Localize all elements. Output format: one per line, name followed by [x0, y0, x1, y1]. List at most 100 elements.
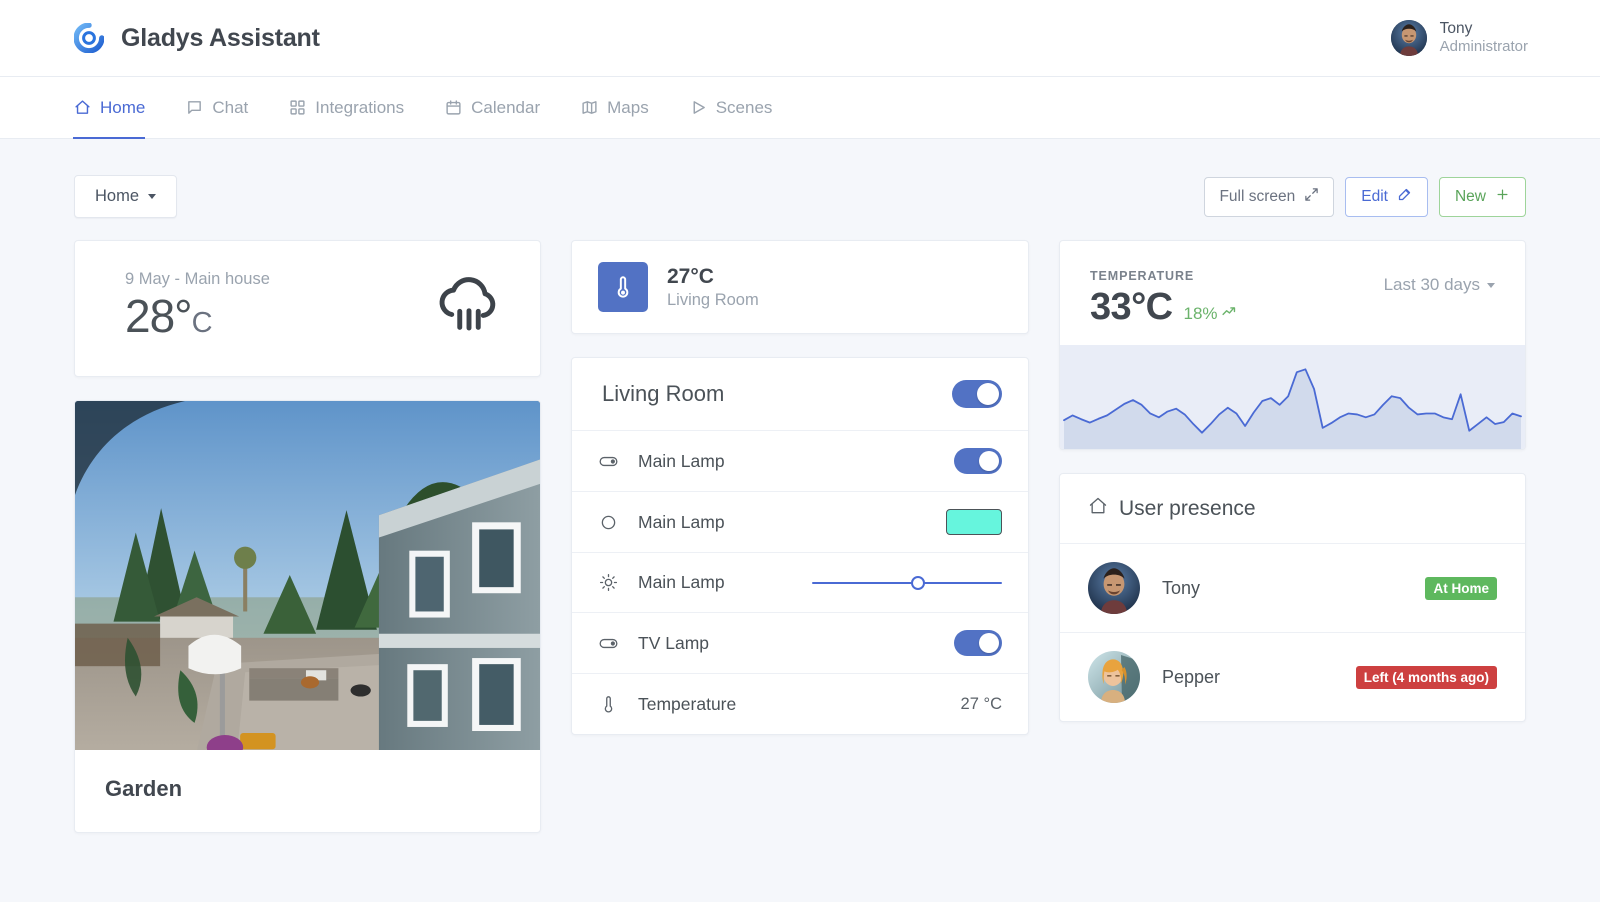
new-label: New: [1454, 187, 1486, 205]
fullscreen-label: Full screen: [1219, 187, 1296, 205]
device-row: Main Lamp: [572, 553, 1028, 613]
avatar: [1088, 562, 1140, 614]
camera-name: Garden: [105, 776, 183, 801]
weather-unit: C: [191, 307, 213, 340]
toolbar-actions: Full screen Edit New: [1204, 176, 1526, 217]
user-menu[interactable]: Tony Administrator: [1390, 19, 1528, 57]
chevron-down-icon: [1487, 282, 1495, 288]
avatar: [1390, 20, 1427, 56]
presence-user-name: Pepper: [1162, 666, 1221, 687]
presence-title: User presence: [1119, 496, 1256, 520]
nav-item-home[interactable]: Home: [72, 77, 166, 139]
home-icon: [74, 99, 91, 116]
sensor-value: 27°C: [667, 265, 714, 289]
device-label: Main Lamp: [638, 572, 725, 592]
devices-card: Living Room Main Lamp Main Lamp Main Lam…: [571, 357, 1029, 735]
dashboard-grid: 9 May - Main house 28°C Garden 27°C Livi…: [0, 218, 1600, 833]
temperature-sparkline: [1060, 345, 1525, 449]
calendar-icon: [445, 99, 462, 116]
toggle-switch-icon: [598, 451, 638, 472]
column-right: TEMPERATURE 33°C 18% Last 30 days User p…: [1059, 240, 1526, 722]
nav-item-calendar[interactable]: Calendar: [445, 77, 561, 138]
circle-color-icon: [598, 512, 638, 533]
device-row: Temperature 27 °C: [572, 674, 1028, 734]
device-row: TV Lamp: [572, 613, 1028, 674]
chart-range-label: Last 30 days: [1383, 275, 1480, 294]
dashboard-toolbar: Home Full screen Edit New: [0, 139, 1600, 218]
column-middle: 27°C Living Room Living Room Main Lamp M…: [571, 240, 1029, 735]
presence-row[interactable]: Pepper Left (4 months ago): [1060, 633, 1525, 721]
camera-card[interactable]: Garden: [74, 400, 541, 833]
device-label: Main Lamp: [638, 450, 725, 471]
room-title: Living Room: [602, 381, 725, 406]
chat-bubble-icon: [186, 99, 203, 116]
user-presence-card: User presence Tony At Home Pepper Left (…: [1059, 473, 1526, 722]
presence-user-name: Tony: [1162, 577, 1201, 598]
nav-item-label: Chat: [212, 97, 249, 117]
dashboard-selector-label: Home: [95, 187, 140, 205]
trending-up-icon: [1221, 303, 1238, 325]
rain-cloud-icon: [432, 267, 506, 346]
dashboard-selector[interactable]: Home: [74, 175, 178, 218]
edit-pencil-icon: [1397, 187, 1412, 207]
chart-delta-value: 18%: [1183, 304, 1218, 323]
nav-item-label: Scenes: [715, 97, 773, 117]
thermometer-icon: [598, 694, 638, 715]
device-label: TV Lamp: [638, 632, 709, 653]
map-icon: [581, 99, 598, 116]
expand-arrows-icon: [1304, 187, 1319, 207]
device-toggle[interactable]: [954, 448, 1002, 474]
device-toggle[interactable]: [954, 630, 1002, 656]
nav-item-integrations[interactable]: Integrations: [289, 77, 425, 138]
chart-delta: 18%: [1184, 303, 1238, 325]
device-label: Main Lamp: [638, 511, 725, 532]
room-master-toggle[interactable]: [952, 380, 1002, 408]
sensor-tile-card[interactable]: 27°C Living Room: [571, 240, 1029, 334]
user-role: Administrator: [1439, 38, 1528, 56]
chart-kicker: TEMPERATURE: [1090, 269, 1195, 283]
brightness-sun-icon: [598, 572, 638, 593]
toggle-switch-icon: [598, 633, 638, 654]
presence-row[interactable]: Tony At Home: [1060, 544, 1525, 633]
nav-item-label: Calendar: [471, 97, 541, 117]
grid-squares-icon: [289, 99, 306, 116]
weather-date-location: 9 May - Main house: [125, 270, 270, 289]
color-swatch[interactable]: [946, 509, 1002, 535]
chart-range-selector[interactable]: Last 30 days: [1384, 269, 1495, 295]
weather-temp-value: 28: [125, 290, 175, 343]
app-title: Gladys Assistant: [121, 23, 320, 52]
thermometer-icon: [598, 262, 648, 312]
brand[interactable]: Gladys Assistant: [73, 22, 320, 54]
fullscreen-button[interactable]: Full screen: [1204, 176, 1335, 217]
nav-item-chat[interactable]: Chat: [186, 77, 269, 138]
plus-icon: [1495, 187, 1510, 207]
status-badge: Left (4 months ago): [1355, 665, 1497, 689]
main-nav: Home Chat Integrations Calendar Maps Sce…: [0, 77, 1600, 139]
brightness-slider[interactable]: [812, 575, 1002, 591]
sensor-room: Living Room: [667, 290, 759, 309]
device-row: Main Lamp: [572, 431, 1028, 492]
temperature-chart-card: TEMPERATURE 33°C 18% Last 30 days: [1059, 240, 1526, 450]
user-name: Tony: [1439, 19, 1473, 37]
camera-snapshot: [75, 401, 540, 750]
chevron-down-icon: [148, 194, 157, 199]
status-badge: At Home: [1425, 576, 1497, 600]
nav-item-label: Home: [100, 97, 146, 117]
edit-label: Edit: [1361, 187, 1388, 205]
play-triangle-icon: [690, 99, 707, 116]
new-button[interactable]: New: [1438, 176, 1526, 217]
nav-item-maps[interactable]: Maps: [581, 77, 670, 138]
weather-temperature: 28°C: [125, 290, 270, 343]
nav-item-scenes[interactable]: Scenes: [690, 77, 794, 138]
weather-card: 9 May - Main house 28°C: [74, 240, 541, 377]
device-value: 27 °C: [960, 694, 1002, 713]
chart-current-value: 33°C: [1090, 286, 1173, 328]
weather-degree-symbol: °: [174, 290, 192, 343]
nav-item-label: Integrations: [315, 97, 405, 117]
edit-button[interactable]: Edit: [1345, 176, 1428, 217]
device-row: Main Lamp: [572, 492, 1028, 553]
device-label: Temperature: [638, 693, 737, 714]
devices-card-header: Living Room: [572, 358, 1028, 431]
app-header: Gladys Assistant Tony Administrator: [0, 0, 1600, 77]
nav-item-label: Maps: [607, 97, 649, 117]
